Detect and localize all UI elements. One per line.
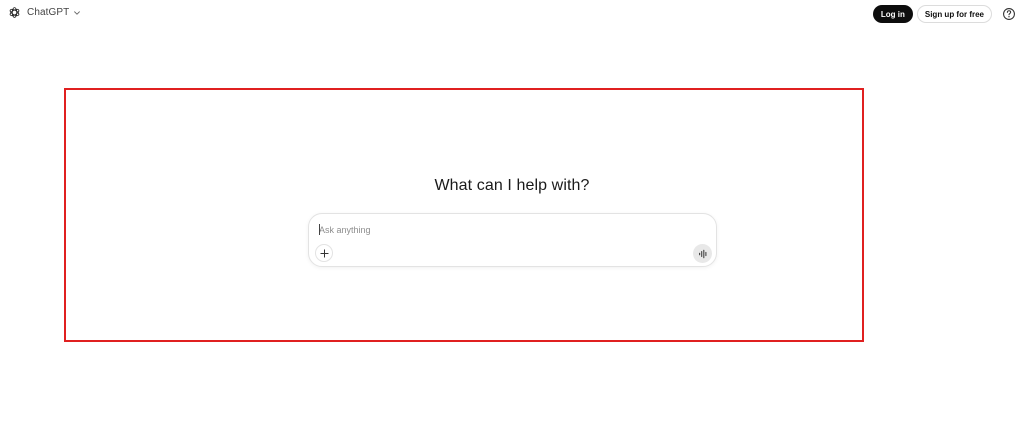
attach-button[interactable] (315, 244, 333, 262)
page-title: What can I help with? (434, 177, 590, 194)
top-bar: ChatGPT Log in Sign up for free (0, 0, 1024, 28)
chevron-down-icon (73, 9, 81, 17)
brand-name: ChatGPT (27, 7, 70, 18)
question-circle-icon[interactable] (1002, 7, 1016, 21)
plus-icon (319, 248, 329, 258)
chatgpt-home-page: ChatGPT Log in Sign up for free What can… (0, 0, 1024, 446)
prompt-input[interactable] (319, 223, 699, 237)
model-switcher[interactable]: ChatGPT (8, 6, 81, 19)
signup-button[interactable]: Sign up for free (916, 5, 992, 23)
text-caret (319, 224, 320, 235)
auth-actions: Log in Sign up for free (872, 5, 1016, 23)
voice-waveform-icon (698, 249, 708, 259)
login-button[interactable]: Log in (872, 5, 913, 23)
prompt-composer (308, 213, 717, 267)
voice-mode-button[interactable] (693, 244, 712, 263)
openai-logo-icon (8, 6, 21, 19)
